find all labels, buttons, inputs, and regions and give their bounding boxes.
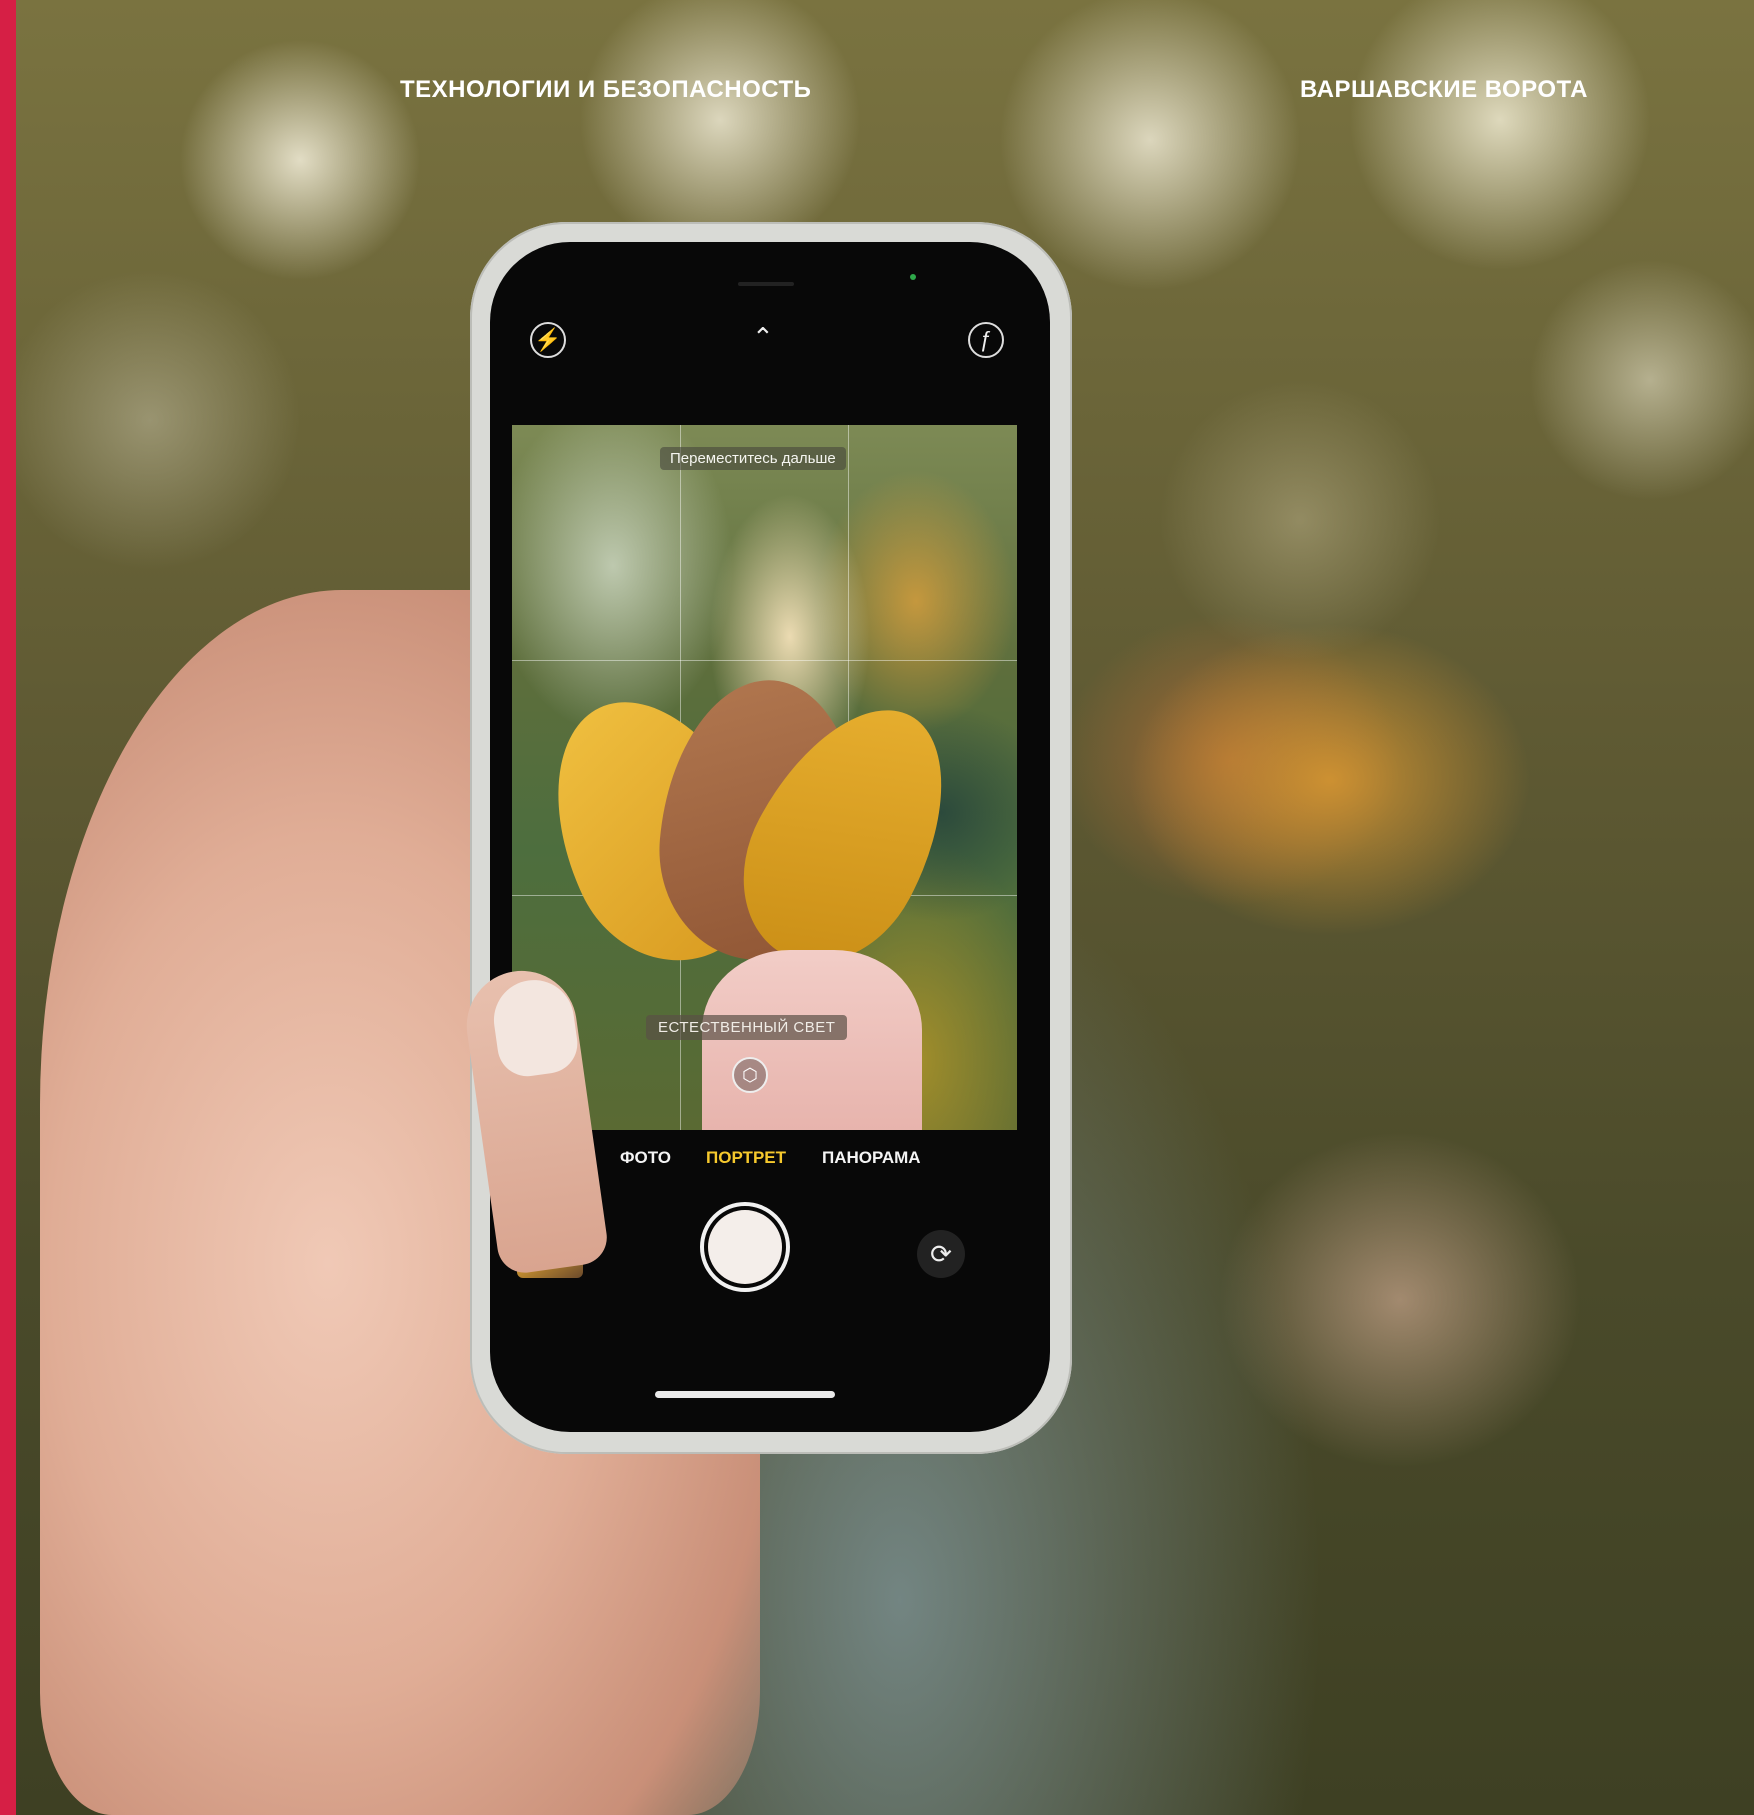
- grid-line: [512, 660, 1017, 661]
- mode-panorama[interactable]: ПАНОРАМА: [822, 1148, 921, 1168]
- speaker-grille: [738, 282, 794, 286]
- location-label: ВАРШАВСКИЕ ВОРОТА: [1300, 76, 1588, 103]
- section-label: ТЕХНОЛОГИИ И БЕЗОПАСНОСТЬ: [400, 76, 812, 103]
- flash-off-icon[interactable]: ⚡: [530, 322, 566, 358]
- portrait-lighting-icon[interactable]: ⬡: [732, 1057, 768, 1093]
- hint-label: Переместитесь дальше: [660, 447, 846, 470]
- mode-photo[interactable]: ФОТО: [620, 1148, 671, 1168]
- home-indicator[interactable]: [655, 1391, 835, 1398]
- viewfinder[interactable]: Переместитесь дальше ЕСТЕСТВЕННЫЙ СВЕТ ⬡: [512, 425, 1017, 1130]
- live-photo-icon[interactable]: ƒ: [968, 322, 1004, 358]
- camera-flip-icon[interactable]: ⟳: [917, 1230, 965, 1278]
- shutter-inner: [708, 1210, 782, 1284]
- accent-bar: [0, 0, 16, 1815]
- camera-indicator: [910, 274, 916, 280]
- lighting-label: ЕСТЕСТВЕННЫЙ СВЕТ: [646, 1015, 848, 1040]
- mode-portrait[interactable]: ПОРТРЕТ: [706, 1148, 786, 1168]
- chevron-up-icon[interactable]: ⌃: [752, 322, 774, 353]
- hand-in-frame: [702, 950, 922, 1130]
